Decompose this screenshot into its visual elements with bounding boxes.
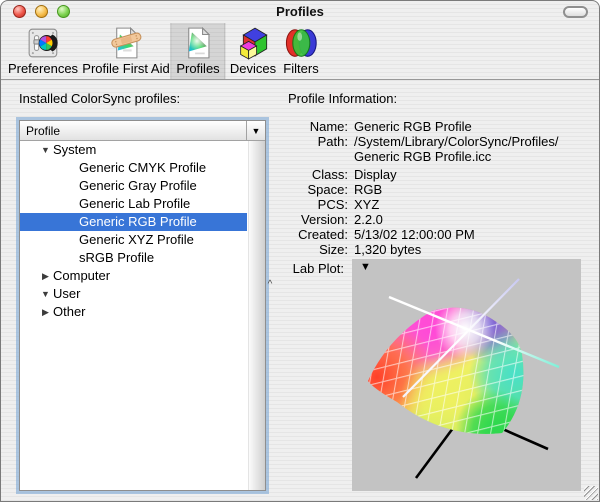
- list-item-label: Generic Gray Profile: [79, 178, 197, 193]
- field-value: 2.2.0: [354, 212, 383, 227]
- disclosure-triangle-icon[interactable]: ▶: [39, 267, 52, 285]
- profiles-list-column-header[interactable]: Profile ▼: [20, 121, 265, 141]
- list-item-label: Computer: [53, 268, 110, 283]
- preferences-icon: [26, 26, 60, 60]
- profiles-tree: ▼System Generic CMYK Profile Generic Gra…: [20, 141, 265, 490]
- info-field-class: Class: Display: [288, 167, 588, 182]
- list-item[interactable]: Generic CMYK Profile: [20, 159, 247, 177]
- list-item-label: Generic XYZ Profile: [79, 232, 194, 247]
- list-item[interactable]: Generic Gray Profile: [20, 177, 247, 195]
- profile-information-heading: Profile Information:: [288, 91, 397, 106]
- toolbar-label: Profiles: [176, 61, 219, 76]
- field-value: Generic RGB Profile: [354, 119, 472, 134]
- plot-options-disclosure-icon[interactable]: ▼: [360, 261, 371, 273]
- lab-plot-gamut-rendering: [352, 259, 581, 491]
- toolbar-item-profiles[interactable]: Profiles: [170, 23, 225, 79]
- info-field-created: Created: 5/13/02 12:00:00 PM: [288, 227, 588, 242]
- list-item[interactable]: Generic Lab Profile: [20, 195, 247, 213]
- field-label: Name:: [288, 119, 348, 134]
- info-field-path: Path:/System/Library/ColorSync/Profiles/…: [288, 134, 588, 164]
- field-label: PCS:: [288, 197, 348, 212]
- info-field-pcs: PCS: XYZ: [288, 197, 588, 212]
- plot-axis-black-right: [498, 427, 548, 449]
- toolbar-item-profile-first-aid[interactable]: Profile First Aid: [76, 23, 175, 79]
- pane-splitter-caret[interactable]: ^: [264, 279, 276, 290]
- info-field-space: Space: RGB: [288, 182, 588, 197]
- toolbar-item-preferences[interactable]: Preferences: [2, 23, 84, 79]
- field-label: Space:: [288, 182, 348, 197]
- column-header-label: Profile: [20, 124, 246, 138]
- list-item[interactable]: Generic XYZ Profile: [20, 231, 247, 249]
- lab-plot-label: Lab Plot:: [288, 261, 344, 276]
- toolbar-label: Filters: [283, 61, 318, 76]
- colorsync-profiles-window: Profiles Preferences: [0, 0, 600, 502]
- chevron-down-icon: ▼: [252, 126, 261, 136]
- toolbar-item-filters[interactable]: Filters: [277, 23, 324, 79]
- list-item[interactable]: ▶Other: [20, 303, 247, 321]
- filters-icon: [284, 26, 318, 60]
- lab-plot-view[interactable]: ▼: [352, 259, 581, 491]
- field-label: Class:: [288, 167, 348, 182]
- field-value: XYZ: [354, 197, 379, 212]
- installed-profiles-heading: Installed ColorSync profiles:: [19, 91, 180, 106]
- info-field-size: Size: 1,320 bytes: [288, 242, 588, 257]
- list-item[interactable]: ▼User: [20, 285, 247, 303]
- list-item-label: System: [53, 142, 96, 157]
- info-field-version: Version: 2.2.0: [288, 212, 588, 227]
- list-item-label: User: [53, 286, 80, 301]
- info-field-name: Name: Generic RGB Profile: [288, 119, 588, 134]
- toolbar-label: Preferences: [8, 61, 78, 76]
- list-item-label: Other: [53, 304, 86, 319]
- list-item-label: sRGB Profile: [79, 250, 154, 265]
- field-label: Size:: [288, 242, 348, 257]
- profile-first-aid-icon: [109, 26, 143, 60]
- toolbar-collapse-button[interactable]: [563, 6, 588, 18]
- field-value: 1,320 bytes: [354, 242, 421, 257]
- field-value: 5/13/02 12:00:00 PM: [354, 227, 475, 242]
- list-item[interactable]: ▶Computer: [20, 267, 247, 285]
- toolbar-item-devices[interactable]: Devices: [224, 23, 282, 79]
- toolbar-label: Devices: [230, 61, 276, 76]
- disclosure-triangle-icon[interactable]: ▼: [39, 141, 52, 159]
- gamut-surface: [352, 259, 581, 491]
- toolbar: Preferences Profil: [1, 23, 599, 80]
- list-item-selected[interactable]: Generic RGB Profile: [20, 213, 247, 231]
- field-value: RGB: [354, 182, 382, 197]
- window-title: Profiles: [1, 4, 599, 19]
- toolbar-label: Profile First Aid: [82, 61, 169, 76]
- devices-icon: [236, 26, 270, 60]
- field-value: /System/Library/ColorSync/Profiles/ Gene…: [354, 134, 558, 164]
- list-item[interactable]: ▼System: [20, 141, 247, 159]
- profiles-list: Profile ▼ ▼System Generic CMYK Profile G…: [19, 120, 266, 491]
- list-item-label: Generic Lab Profile: [79, 196, 190, 211]
- list-item-label: Generic CMYK Profile: [79, 160, 206, 175]
- field-value: Display: [354, 167, 397, 182]
- disclosure-triangle-icon[interactable]: ▶: [39, 303, 52, 321]
- list-item[interactable]: sRGB Profile: [20, 249, 247, 267]
- field-label: Path:: [288, 134, 348, 164]
- column-menu-button[interactable]: ▼: [246, 121, 265, 140]
- disclosure-triangle-icon[interactable]: ▼: [39, 285, 52, 303]
- profile-info-fields: Name: Generic RGB Profile Path:/System/Li…: [288, 119, 588, 257]
- vertical-scrollbar[interactable]: [248, 141, 265, 490]
- profiles-icon: [181, 26, 215, 60]
- field-label: Version:: [288, 212, 348, 227]
- title-bar[interactable]: Profiles: [1, 1, 599, 23]
- window-resize-grip[interactable]: [584, 486, 598, 500]
- list-item-label: Generic RGB Profile: [79, 214, 197, 229]
- field-label: Created:: [288, 227, 348, 242]
